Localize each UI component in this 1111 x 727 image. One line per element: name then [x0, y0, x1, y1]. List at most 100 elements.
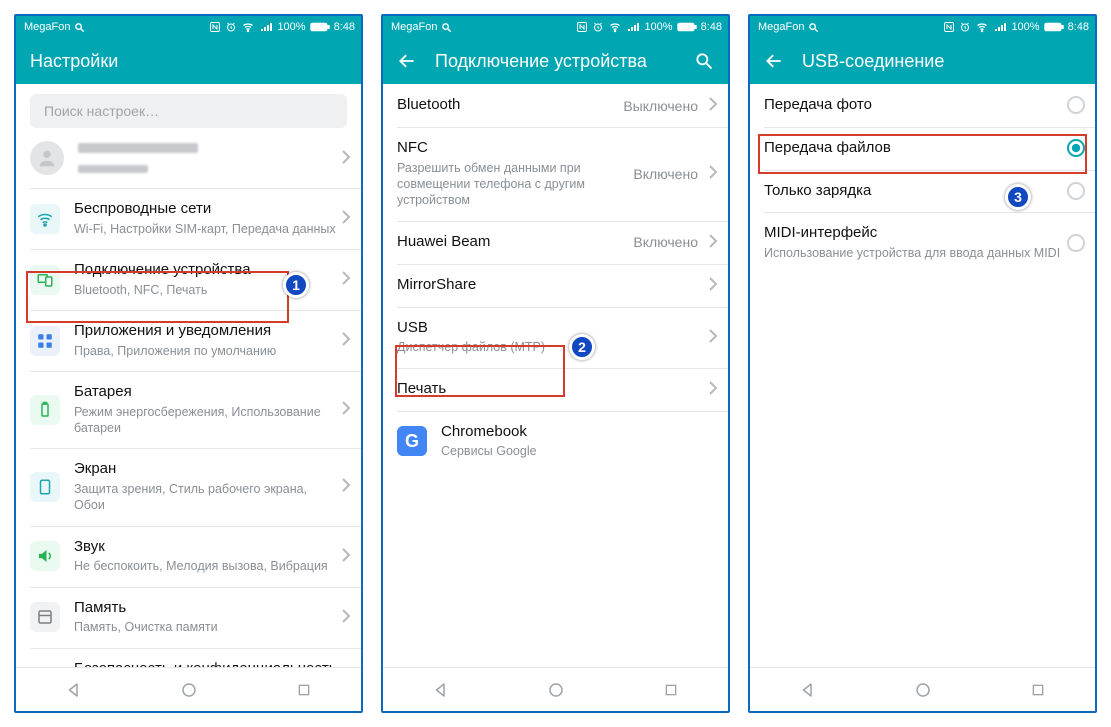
row-value: Включено	[633, 234, 698, 250]
search-small-icon	[74, 22, 85, 33]
item-wireless[interactable]: Беспроводные сети Wi-Fi, Настройки SIM-к…	[16, 188, 361, 249]
alarm-status-icon	[959, 21, 971, 33]
nfc-status-icon	[576, 21, 588, 33]
chevron-right-icon	[708, 164, 718, 183]
nav-home-icon[interactable]	[914, 681, 932, 699]
nav-recent-icon[interactable]	[1030, 682, 1046, 698]
chevron-right-icon	[708, 276, 718, 295]
item-battery[interactable]: Батарея Режим энергосбережения, Использо…	[16, 371, 361, 448]
radio-selected-icon	[1067, 139, 1085, 157]
back-arrow-icon[interactable]	[764, 51, 784, 71]
row-title: USB	[397, 319, 704, 338]
row-title: Безопасность и конфиденциальность	[74, 660, 337, 668]
battery-pct: 100%	[277, 21, 305, 33]
item-sound[interactable]: Звук Не беспокоить, Мелодия вызова, Вибр…	[16, 526, 361, 587]
radio-icon	[1067, 234, 1085, 252]
wifi-status-icon	[608, 21, 622, 33]
profile-row[interactable]	[16, 128, 361, 188]
row-sub: Разрешить обмен данными при совмещении т…	[397, 160, 633, 209]
chevron-right-icon	[341, 270, 351, 289]
header: USB-соединение	[750, 38, 1095, 84]
settings-list: Беспроводные сети Wi-Fi, Настройки SIM-к…	[16, 128, 361, 667]
row-value: Включено	[633, 166, 698, 182]
row-value: Выключено	[623, 98, 698, 114]
status-bar: MegaFon 100% 8:48	[383, 16, 728, 38]
alarm-status-icon	[225, 21, 237, 33]
step-badge-1: 1	[283, 272, 309, 298]
radio-icon	[1067, 182, 1085, 200]
status-bar: MegaFon 100% 8:48	[16, 16, 361, 38]
row-sub: Диспетчер файлов (MTP)	[397, 339, 704, 355]
row-sub: Защита зрения, Стиль рабочего экрана, Об…	[74, 481, 337, 514]
page-title: Подключение устройства	[435, 51, 676, 72]
item-photo-transfer[interactable]: Передача фото	[750, 84, 1095, 127]
google-icon: G	[397, 426, 427, 456]
chevron-right-icon	[341, 608, 351, 627]
chevron-right-icon	[341, 149, 351, 168]
carrier-label: MegaFon	[758, 21, 804, 33]
nav-back-icon[interactable]	[799, 681, 817, 699]
item-print[interactable]: Печать	[383, 368, 728, 411]
nav-recent-icon[interactable]	[663, 682, 679, 698]
item-memory[interactable]: Память Память, Очистка памяти	[16, 587, 361, 648]
step-badge-3: 3	[1005, 184, 1031, 210]
row-title: Беспроводные сети	[74, 200, 337, 219]
row-title: Звук	[74, 538, 337, 557]
wifi-status-icon	[975, 21, 989, 33]
screenshot-1: MegaFon 100% 8:48 Настройк	[14, 14, 363, 713]
clock: 8:48	[334, 21, 355, 33]
battery-icon	[30, 395, 60, 425]
screenshot-2: MegaFon 100% 8:48 Подключение устройства	[381, 14, 730, 713]
item-charge-only[interactable]: Только зарядка	[750, 170, 1095, 213]
back-arrow-icon[interactable]	[397, 51, 417, 71]
chevron-right-icon	[341, 209, 351, 228]
battery-status-icon	[1044, 22, 1064, 32]
row-title: NFC	[397, 139, 633, 158]
row-title: Передача файлов	[764, 139, 1061, 158]
header: Настройки	[16, 38, 361, 84]
item-midi[interactable]: MIDI-интерфейс Использование устройства …	[750, 212, 1095, 273]
header: Подключение устройства	[383, 38, 728, 84]
search-small-icon	[808, 22, 819, 33]
nfc-status-icon	[943, 21, 955, 33]
apps-icon	[30, 326, 60, 356]
alarm-status-icon	[592, 21, 604, 33]
sound-icon	[30, 541, 60, 571]
clock: 8:48	[1068, 21, 1089, 33]
page-title: USB-соединение	[802, 51, 1081, 72]
item-huawei-beam[interactable]: Huawei Beam Включено	[383, 221, 728, 264]
item-chromebook[interactable]: G Chromebook Сервисы Google	[383, 411, 728, 472]
signal-status-icon	[626, 21, 640, 33]
nav-bar	[750, 667, 1095, 711]
device-conn-list: Bluetooth Выключено NFC Разрешить обмен …	[383, 84, 728, 667]
row-sub: Не беспокоить, Мелодия вызова, Вибрация	[74, 558, 337, 574]
nav-back-icon[interactable]	[432, 681, 450, 699]
settings-search-input[interactable]: Поиск настроек…	[30, 94, 347, 128]
item-file-transfer[interactable]: Передача файлов	[750, 127, 1095, 170]
row-sub: Память, Очистка памяти	[74, 619, 337, 635]
nav-recent-icon[interactable]	[296, 682, 312, 698]
battery-pct: 100%	[644, 21, 672, 33]
display-icon	[30, 472, 60, 502]
item-apps[interactable]: Приложения и уведомления Права, Приложен…	[16, 310, 361, 371]
item-display[interactable]: Экран Защита зрения, Стиль рабочего экра…	[16, 448, 361, 525]
nav-home-icon[interactable]	[547, 681, 565, 699]
signal-status-icon	[993, 21, 1007, 33]
memory-icon	[30, 602, 60, 632]
battery-pct: 100%	[1011, 21, 1039, 33]
row-title: Chromebook	[441, 423, 718, 442]
row-sub: Режим энергосбережения, Использование ба…	[74, 404, 337, 437]
row-title: Приложения и уведомления	[74, 322, 337, 341]
search-icon[interactable]	[694, 51, 714, 71]
chevron-right-icon	[341, 477, 351, 496]
item-usb[interactable]: USB Диспетчер файлов (MTP)	[383, 307, 728, 368]
nav-back-icon[interactable]	[65, 681, 83, 699]
item-nfc[interactable]: NFC Разрешить обмен данными при совмещен…	[383, 127, 728, 221]
row-title: MIDI-интерфейс	[764, 224, 1061, 243]
battery-status-icon	[310, 22, 330, 32]
item-bluetooth[interactable]: Bluetooth Выключено	[383, 84, 728, 127]
item-security[interactable]: Безопасность и конфиденциальность Датчик…	[16, 648, 361, 668]
item-mirrorshare[interactable]: MirrorShare	[383, 264, 728, 307]
nav-home-icon[interactable]	[180, 681, 198, 699]
item-device-connection[interactable]: Подключение устройства Bluetooth, NFC, П…	[16, 249, 361, 310]
